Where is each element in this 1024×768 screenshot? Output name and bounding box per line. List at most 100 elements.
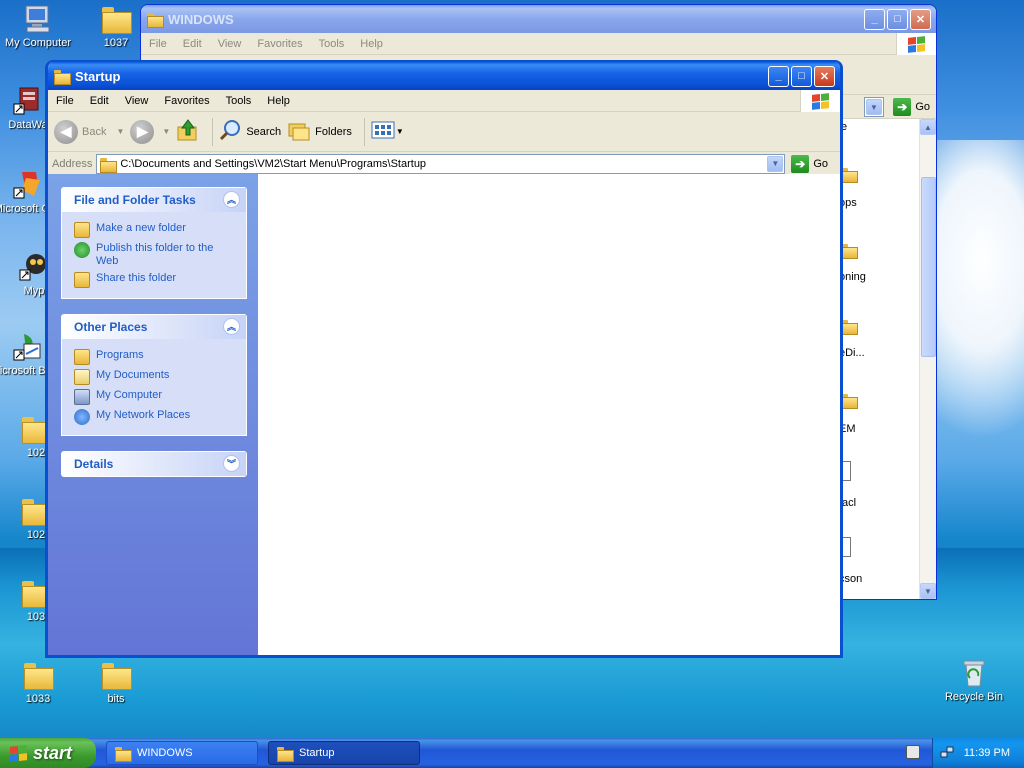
- scroll-down-button[interactable]: ▼: [920, 583, 936, 599]
- menu-favorites[interactable]: Favorites: [249, 38, 310, 50]
- menu-view[interactable]: View: [210, 38, 250, 50]
- menu-tools[interactable]: Tools: [218, 95, 260, 107]
- folder-icon: [147, 12, 164, 28]
- collapse-chevron-icon[interactable]: ︽: [223, 191, 240, 208]
- address-input[interactable]: C:\Documents and Settings\VM2\Start Menu…: [96, 153, 786, 174]
- task-publish-folder[interactable]: Publish this folder to the Web: [74, 242, 236, 268]
- clock[interactable]: 11:39 PM: [964, 747, 1010, 759]
- menu-help[interactable]: Help: [259, 95, 298, 107]
- place-my-network-places[interactable]: My Network Places: [74, 409, 236, 425]
- taskbar-item-windows[interactable]: WINDOWS: [106, 741, 258, 765]
- my-documents-icon: [74, 369, 90, 385]
- place-label: My Network Places: [96, 409, 191, 421]
- taskbar-item-startup[interactable]: Startup: [268, 741, 420, 765]
- network-places-icon: [74, 409, 90, 425]
- desktop-icon-my-computer[interactable]: My Computer: [0, 4, 76, 49]
- visual-basic-icon: [12, 332, 44, 362]
- go-button[interactable]: ➔ Go: [893, 98, 930, 116]
- menu-file[interactable]: File: [141, 38, 175, 50]
- menu-tools[interactable]: Tools: [311, 38, 353, 50]
- menu-edit[interactable]: Edit: [175, 38, 210, 50]
- desktop-icon-recycle-bin[interactable]: Recycle Bin: [936, 658, 1012, 703]
- folders-label: Folders: [315, 125, 352, 138]
- minimize-button[interactable]: _: [768, 65, 789, 87]
- panel-header[interactable]: File and Folder Tasks ︽: [62, 188, 246, 212]
- start-label: start: [33, 742, 73, 763]
- task-share-folder[interactable]: Share this folder: [74, 272, 236, 288]
- close-button[interactable]: ✕: [910, 8, 931, 30]
- chevron-down-icon[interactable]: ▼: [767, 155, 784, 172]
- menu-edit[interactable]: Edit: [82, 95, 117, 107]
- standard-toolbar: ◀ Back ▼ ▶ ▼ Search Folders ▼: [48, 112, 840, 152]
- up-button[interactable]: [176, 118, 200, 145]
- network-icon[interactable]: [940, 745, 954, 762]
- startup-title-bar[interactable]: Startup _ □ ✕: [48, 62, 840, 90]
- desktop-icon-label: Myp: [23, 285, 45, 297]
- desktop-icon-label: 102: [26, 447, 46, 459]
- panel-title: Other Places: [74, 320, 148, 334]
- back-button[interactable]: ◀ Back ▼: [54, 119, 124, 144]
- menu-file[interactable]: File: [48, 95, 82, 107]
- place-label: My Documents: [96, 369, 170, 381]
- scroll-thumb[interactable]: [921, 177, 936, 357]
- folder-contents-pane[interactable]: [258, 174, 840, 655]
- task-label: Make a new folder: [96, 222, 186, 234]
- file-label[interactable]: oning: [839, 271, 866, 283]
- vertical-scrollbar[interactable]: ▲ ▼: [919, 119, 936, 599]
- computer-icon: [74, 389, 90, 405]
- desktop-icon-label: My Computer: [4, 37, 72, 49]
- start-button[interactable]: start: [0, 738, 96, 768]
- desktop-icon-bits[interactable]: bits: [78, 660, 154, 705]
- windows-title-bar[interactable]: WINDOWS _ □ ✕: [141, 5, 936, 33]
- panel-header[interactable]: Other Places ︽: [62, 315, 246, 339]
- details-panel: Details ︾: [61, 451, 247, 477]
- go-label: Go: [915, 101, 930, 113]
- menu-bar: File Edit View Favorites Tools Help: [48, 90, 840, 112]
- menu-help[interactable]: Help: [352, 38, 391, 50]
- panel-header[interactable]: Details ︾: [62, 452, 246, 476]
- close-button[interactable]: ✕: [814, 65, 835, 87]
- recycle-bin-icon: [958, 658, 990, 688]
- place-my-computer[interactable]: My Computer: [74, 389, 236, 405]
- search-icon: [219, 118, 243, 145]
- desktop-icon-1033[interactable]: 1033: [0, 660, 76, 705]
- window-title: WINDOWS: [168, 11, 234, 27]
- place-programs[interactable]: Programs: [74, 349, 236, 365]
- back-arrow-icon: ◀: [54, 119, 78, 144]
- database-shortcut-icon: [12, 86, 44, 116]
- maximize-button[interactable]: □: [791, 65, 812, 87]
- folder-icon: [277, 746, 294, 762]
- task-label: WINDOWS: [137, 747, 193, 759]
- folder-icon: [100, 4, 132, 34]
- explorer-content: File and Folder Tasks ︽ Make a new folde…: [48, 174, 840, 655]
- task-pane: File and Folder Tasks ︽ Make a new folde…: [48, 174, 258, 655]
- search-button[interactable]: Search: [219, 118, 281, 145]
- chevron-down-icon: ▼: [866, 99, 882, 115]
- go-button[interactable]: ➔ Go: [791, 154, 828, 173]
- address-label: Address: [52, 157, 93, 170]
- keyboard-icon[interactable]: [906, 745, 920, 759]
- address-dropdown[interactable]: ▼: [864, 97, 884, 117]
- desktop-icon-label: Recycle Bin: [944, 691, 1004, 703]
- menu-view[interactable]: View: [117, 95, 157, 107]
- views-button[interactable]: ▼: [371, 120, 404, 143]
- collapse-chevron-icon[interactable]: ︽: [223, 318, 240, 335]
- forward-button[interactable]: ▶ ▼: [130, 119, 170, 144]
- chevron-down-icon[interactable]: ▼: [162, 127, 170, 136]
- folder-icon: [841, 167, 858, 183]
- place-my-documents[interactable]: My Documents: [74, 369, 236, 385]
- folders-button[interactable]: Folders: [287, 118, 352, 145]
- scroll-up-button[interactable]: ▲: [920, 119, 936, 135]
- share-folder-icon: [74, 272, 90, 288]
- go-arrow-icon: ➔: [791, 154, 810, 173]
- chevron-down-icon[interactable]: ▼: [116, 127, 124, 136]
- expand-chevron-icon[interactable]: ︾: [223, 455, 240, 472]
- up-folder-icon: [176, 118, 200, 145]
- task-make-new-folder[interactable]: Make a new folder: [74, 222, 236, 238]
- minimize-button[interactable]: _: [864, 8, 885, 30]
- maximize-button[interactable]: □: [887, 8, 908, 30]
- menu-favorites[interactable]: Favorites: [156, 95, 217, 107]
- menu-bar: File Edit View Favorites Tools Help: [141, 33, 936, 55]
- go-label: Go: [813, 157, 828, 170]
- startup-window[interactable]: Startup _ □ ✕ File Edit View Favorites T…: [45, 60, 843, 658]
